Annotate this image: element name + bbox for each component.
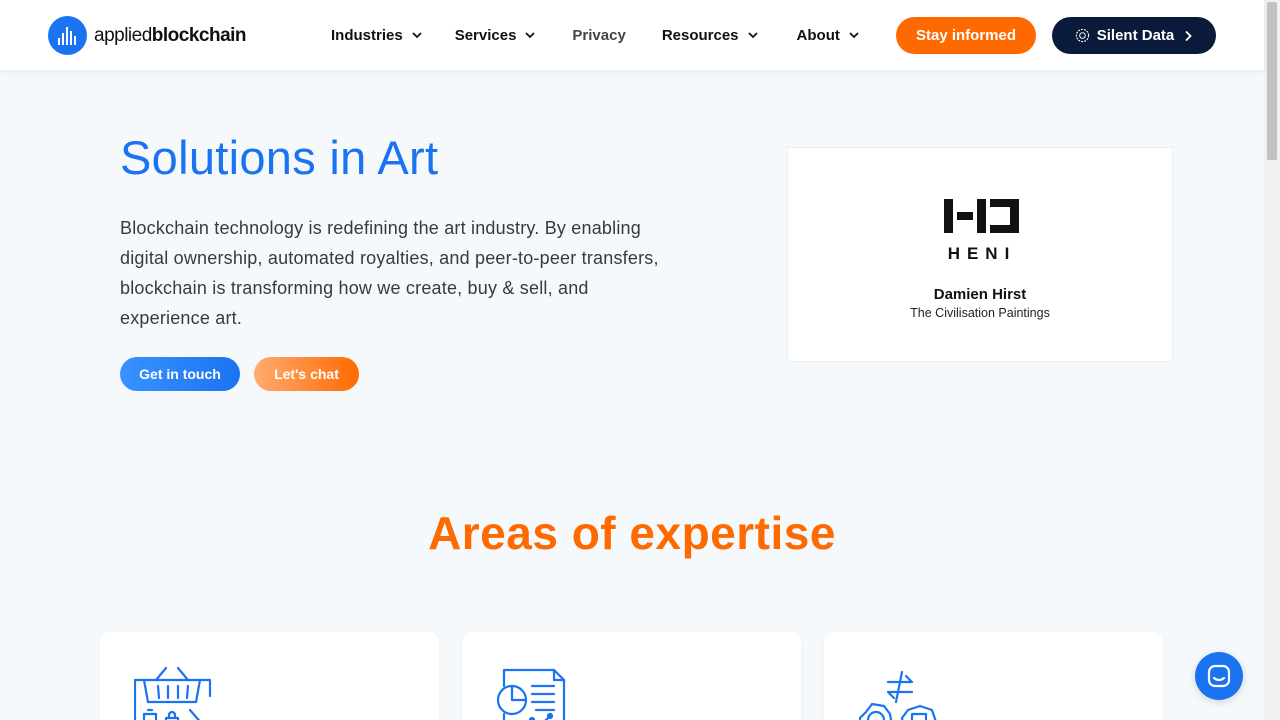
heni-logo: HENI <box>944 199 1019 261</box>
chevron-down-icon <box>412 32 422 39</box>
nav-resources[interactable]: Resources <box>662 24 759 46</box>
exchange-gears-icon <box>858 670 937 720</box>
silent-data-button[interactable]: Silent Data <box>1052 17 1216 54</box>
main-nav: Industries Services Privacy Resources Ab… <box>331 24 860 46</box>
client-name: Damien Hirst <box>933 286 1027 303</box>
silent-data-label: Silent Data <box>1096 27 1175 44</box>
hero-description: Blockchain technology is redefining the … <box>120 218 659 328</box>
nav-privacy-label: Privacy <box>572 26 626 44</box>
lets-chat-button[interactable]: Let's chat <box>254 357 359 391</box>
nav-industries[interactable]: Industries <box>331 24 423 46</box>
client-project: The Civilisation Paintings <box>910 306 1050 320</box>
logo-text-light: applied <box>94 24 152 46</box>
page-title: Solutions in Art <box>120 131 439 184</box>
chat-widget-button[interactable] <box>1195 652 1243 700</box>
client-card: HENI Damien Hirst The Civilisation Paint… <box>787 147 1173 362</box>
globe-icon <box>1075 28 1089 43</box>
chevron-down-icon <box>849 32 859 39</box>
nav-about[interactable]: About <box>797 24 860 46</box>
logo-text-bold: blockchain <box>151 24 247 46</box>
scrollbar-thumb[interactable] <box>1267 2 1277 160</box>
applied-blockchain-logo[interactable]: appliedblockchain <box>48 16 247 55</box>
expertise-card[interactable] <box>100 632 439 720</box>
nav-privacy[interactable]: Privacy <box>572 24 625 46</box>
heni-logo-text: HENI <box>948 244 1017 261</box>
logo-mark-icon <box>48 16 87 55</box>
shopping-basket-icon <box>134 666 212 720</box>
logo-text: appliedblockchain <box>94 24 247 47</box>
chevron-right-icon <box>1185 30 1193 41</box>
document-chart-icon <box>496 668 566 720</box>
nav-services[interactable]: Services <box>455 24 537 46</box>
expertise-card[interactable] <box>462 632 801 720</box>
stay-informed-button[interactable]: Stay informed <box>896 17 1036 54</box>
expertise-card[interactable] <box>824 632 1163 720</box>
nav-industries-label: Industries <box>331 26 403 44</box>
nav-about-label: About <box>796 26 840 44</box>
get-in-touch-button[interactable]: Get in touch <box>120 357 240 391</box>
page-scrollbar[interactable] <box>1264 0 1280 720</box>
chevron-down-icon <box>747 32 758 39</box>
nav-resources-label: Resources <box>661 26 739 44</box>
nav-services-label: Services <box>454 26 517 44</box>
site-header: appliedblockchain Industries Services Pr… <box>0 0 1264 70</box>
chat-icon <box>1207 664 1231 688</box>
chevron-down-icon <box>525 32 536 39</box>
areas-of-expertise-heading: Areas of expertise <box>428 507 836 559</box>
